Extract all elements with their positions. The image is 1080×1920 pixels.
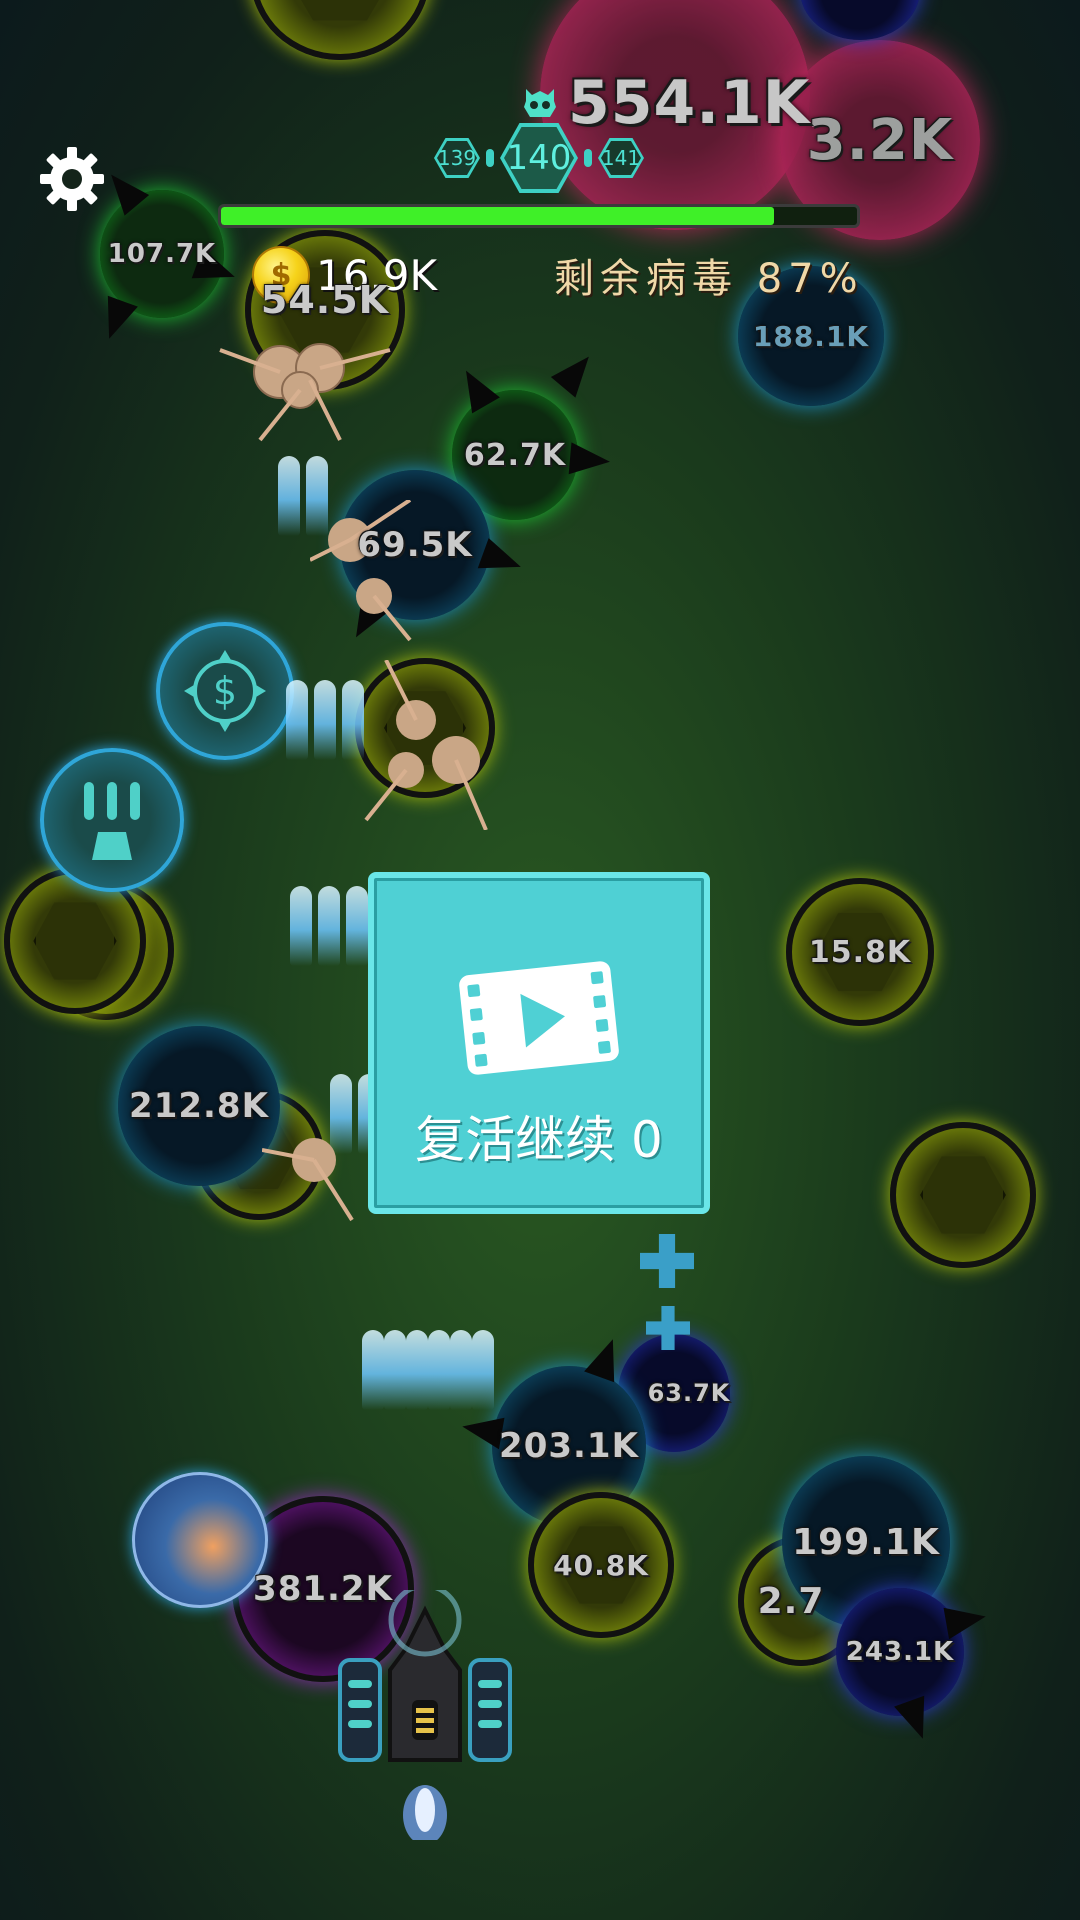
dollar-powerup-icon[interactable]: $: [156, 622, 294, 760]
explosion-burst-2: [310, 500, 412, 642]
level-current: 140: [500, 123, 578, 193]
plus-powerup-icon[interactable]: [640, 1234, 694, 1288]
virus-blue-mid-value: 69.5K: [357, 525, 473, 565]
virus-blue-bottom-value: 203.1K: [499, 1426, 639, 1466]
virus-blue-left: 212.8K: [118, 1026, 280, 1186]
explosion-burst-3: [364, 660, 488, 830]
virus-navy-bottomright-value: 243.1K: [845, 1637, 955, 1667]
level-next: 141: [598, 138, 644, 178]
skull-icon: [524, 89, 556, 117]
virus-navy-small-value: 63.7K: [647, 1379, 731, 1407]
level-connector: [486, 149, 494, 167]
virus-purple-bottom-value: 381.2K: [253, 1569, 393, 1609]
virus-yellow-bottomright-value: 2.7: [757, 1580, 825, 1622]
level-progress-bar: [218, 204, 860, 228]
virus-blue-topright-value: 188.1K: [752, 319, 870, 353]
virus-green-mid-value: 62.7K: [463, 437, 567, 473]
video-play-icon: [459, 961, 619, 1075]
remaining-virus-label: 剩余病毒 87%: [554, 256, 864, 302]
game-scene: 3.2K 107.7K 54.5K 188.1K 62.7K 69.5K 15.…: [0, 0, 1080, 1920]
virus-yellow-top-value: 54.5K: [260, 278, 390, 322]
level-progress-fill: [221, 207, 775, 225]
virus-yellow-right: 15.8K: [786, 878, 934, 1026]
player-ship[interactable]: [330, 1590, 520, 1840]
virus-green-topleft-value: 107.7K: [107, 239, 217, 269]
level-current-label: 140: [506, 138, 572, 178]
virus-yellow-right-value: 15.8K: [808, 934, 912, 970]
revive-label: 复活继续 0: [415, 1111, 663, 1169]
level-connector-2: [584, 149, 592, 167]
virus-yellow-bottom: 40.8K: [528, 1492, 674, 1638]
level-next-label: 141: [601, 146, 641, 170]
virus-yellow-farright: [890, 1122, 1036, 1268]
explosion-burst: [219, 343, 391, 442]
level-prev: 139: [434, 138, 480, 178]
virus-blue-left-value: 212.8K: [129, 1086, 269, 1126]
level-indicator: 139 140 141: [434, 122, 644, 194]
virus-red-right-value: 3.2K: [806, 107, 954, 173]
virus-yellow-topcorner: [250, 0, 430, 60]
settings-gear-icon: [40, 147, 104, 211]
explosion-burst-4: [262, 1138, 354, 1222]
virus-navy-top: [800, 0, 920, 40]
revive-button[interactable]: 复活继续 0: [368, 872, 710, 1214]
virus-blue-bottomright-value: 199.1K: [792, 1521, 940, 1563]
virus-yellow-bottom-value: 40.8K: [553, 1548, 649, 1582]
settings-button[interactable]: [38, 145, 106, 213]
svg-text:$: $: [213, 669, 237, 713]
electric-orb: [132, 1472, 268, 1608]
level-prev-label: 139: [437, 146, 477, 170]
rapid-fire-powerup-icon[interactable]: [40, 748, 184, 892]
